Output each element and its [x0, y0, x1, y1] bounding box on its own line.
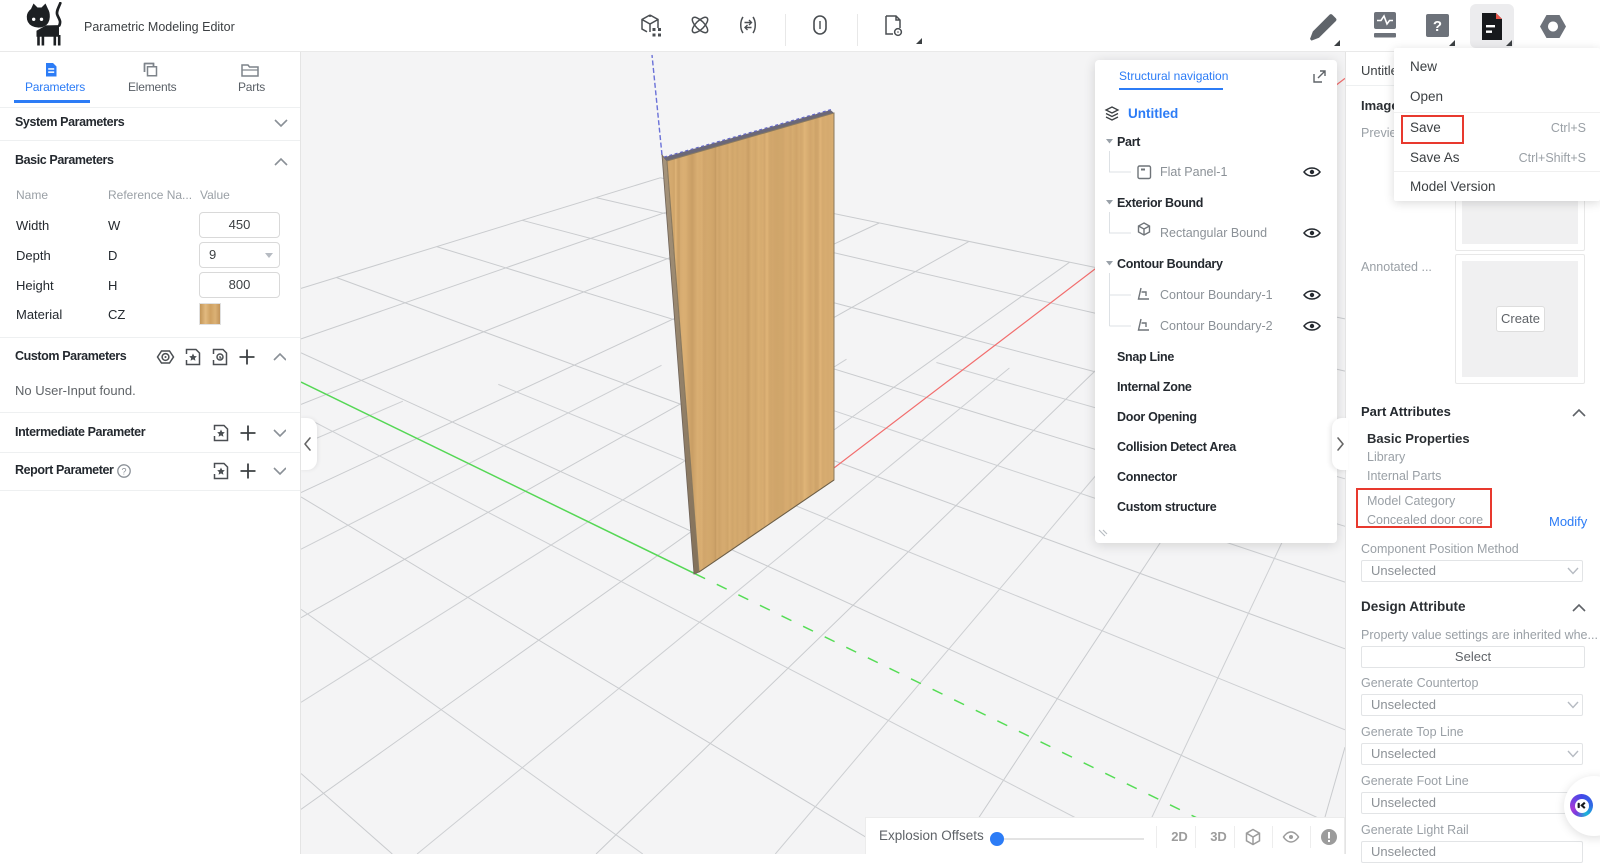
svg-text:?: ?: [1433, 18, 1442, 35]
svg-text:?: ?: [121, 466, 126, 476]
